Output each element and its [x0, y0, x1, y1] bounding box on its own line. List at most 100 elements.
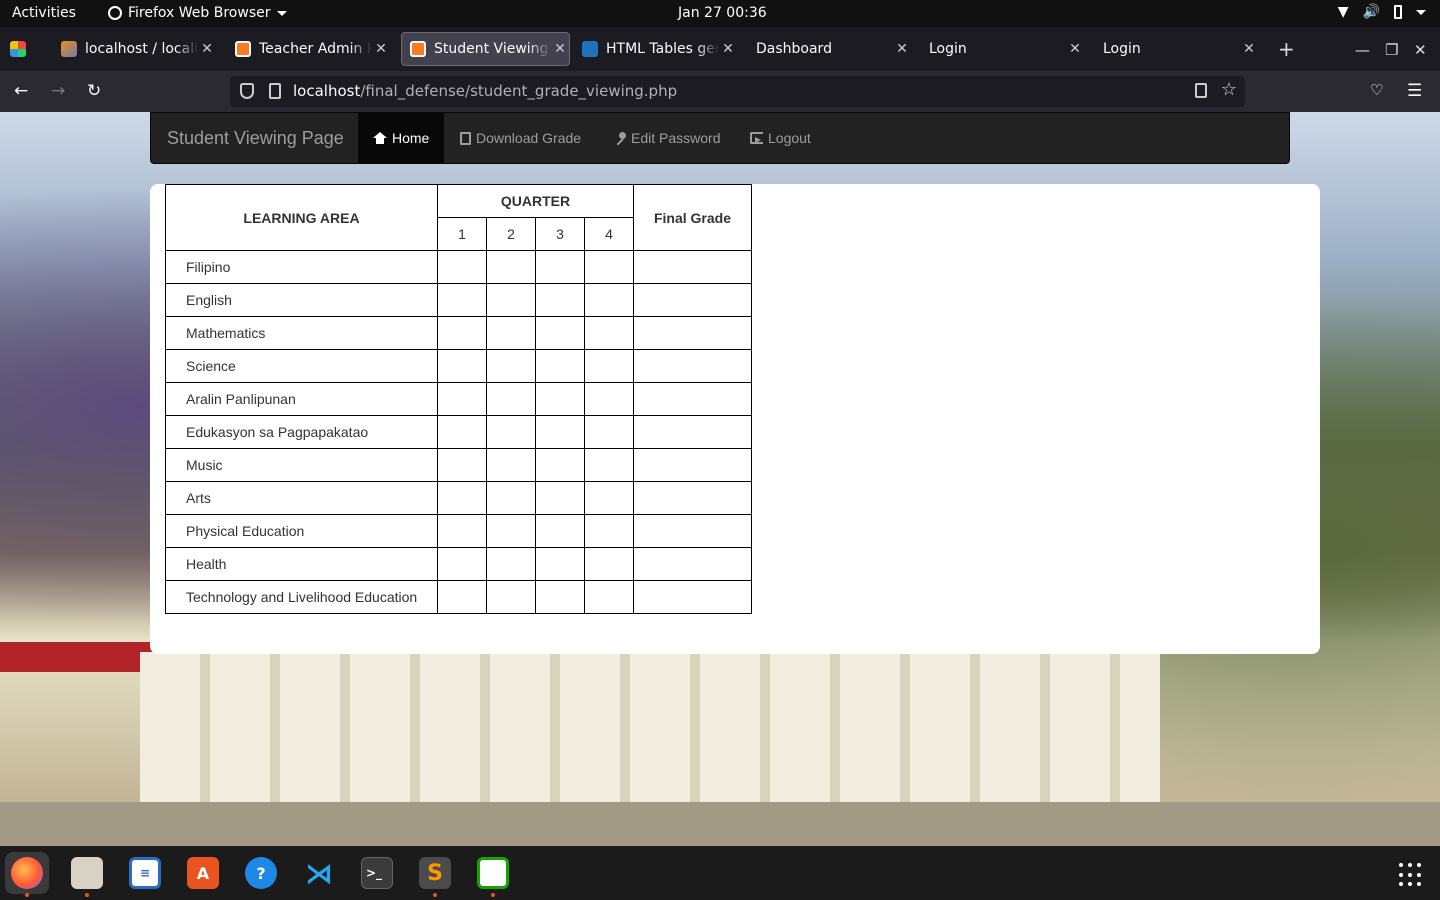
url-bar[interactable]: localhost/final_defense/student_grade_vi… [230, 76, 1245, 107]
nav-logout[interactable]: Logout [735, 113, 826, 163]
cell-quarter-3 [535, 448, 585, 482]
close-icon[interactable]: ✕ [551, 41, 569, 57]
cell-quarter-4 [584, 514, 634, 548]
reload-button[interactable]: ↻ [87, 81, 101, 101]
tab-dashboard[interactable]: Dashboard ✕ [748, 32, 911, 66]
nav-edit-password[interactable]: Edit Password [599, 113, 735, 163]
dock-help[interactable]: ? [239, 852, 283, 894]
page-icon[interactable] [269, 83, 281, 99]
gnome-top-bar: Activities Firefox Web Browser Jan 27 00… [0, 0, 1440, 27]
nav-logout-label: Logout [768, 130, 811, 146]
tab-phpmyadmin[interactable]: localhost / localhost ✕ [53, 32, 216, 66]
cell-quarter-1 [437, 547, 487, 581]
battery-icon [1394, 5, 1402, 19]
table-row: Health [165, 547, 752, 581]
nav-home[interactable]: Home [358, 113, 445, 163]
hamburger-menu-icon[interactable]: ☰ [1407, 81, 1422, 101]
new-tab-button[interactable]: + [1278, 37, 1295, 61]
bookmark-star-icon[interactable]: ☆ [1221, 79, 1237, 100]
app-menu-label: Firefox Web Browser [128, 5, 271, 21]
app-menu[interactable]: Firefox Web Browser [108, 5, 287, 21]
dock: ≡ A ? ⋊ >_ S [0, 846, 1440, 900]
nav-download-grade[interactable]: Download Grade [445, 113, 596, 163]
running-indicator [85, 893, 89, 897]
cell-quarter-4 [584, 547, 634, 581]
dock-sublime[interactable]: S [413, 852, 457, 897]
page-content: Student Viewing Page Home Download Grade… [0, 112, 1440, 846]
restore-button[interactable]: ❐ [1385, 41, 1398, 59]
firefox-view-button[interactable] [4, 32, 34, 66]
back-button[interactable]: ← [14, 81, 28, 101]
show-applications-icon[interactable] [1399, 863, 1423, 887]
libreoffice-calc-icon [477, 857, 509, 889]
cell-quarter-3 [535, 382, 585, 416]
cell-quarter-2 [486, 250, 536, 284]
shield-icon[interactable] [240, 83, 254, 99]
table-row: Edukasyon sa Pagpapakatao [165, 415, 752, 449]
cell-final-grade [633, 349, 752, 383]
dock-files[interactable] [65, 852, 109, 897]
tab-title: Teacher Admin Page [259, 41, 372, 57]
cell-quarter-1 [437, 415, 487, 449]
tab-login[interactable]: Login ✕ [921, 32, 1084, 66]
background-ground [0, 802, 1440, 846]
xampp-icon [235, 41, 251, 57]
activities-button[interactable]: Activities [12, 5, 76, 21]
cell-quarter-1 [437, 448, 487, 482]
close-icon[interactable]: ✕ [893, 41, 911, 57]
cell-final-grade [633, 481, 752, 515]
header-quarter-1: 1 [437, 217, 487, 251]
firefox-small-icon [108, 6, 122, 20]
navbar-brand[interactable]: Student Viewing Page [167, 128, 344, 149]
tab-teacher-admin[interactable]: Teacher Admin Page ✕ [227, 32, 390, 66]
cell-quarter-2 [486, 283, 536, 317]
dock-firefox[interactable] [5, 852, 49, 897]
close-icon[interactable]: ✕ [198, 41, 216, 57]
cell-learning-area: Music [165, 448, 438, 482]
table-row: Mathematics [165, 316, 752, 350]
reader-mode-icon[interactable] [1195, 83, 1207, 98]
dock-calc[interactable] [471, 852, 515, 897]
table-row: Aralin Panlipunan [165, 382, 752, 416]
header-learning-area: LEARNING AREA [165, 184, 438, 251]
minimize-button[interactable]: — [1355, 41, 1370, 59]
pocket-icon[interactable]: ♡ [1370, 81, 1383, 99]
tab-html-tables[interactable]: HTML Tables generator ✕ [574, 32, 737, 66]
dock-vscode[interactable]: ⋊ [297, 852, 341, 894]
firefox-view-icon [10, 41, 26, 57]
running-indicator [433, 893, 437, 897]
clock[interactable]: Jan 27 00:36 [678, 5, 767, 21]
tab-strip: localhost / localhost ✕ Teacher Admin Pa… [0, 27, 1440, 71]
cell-quarter-4 [584, 316, 634, 350]
tab-student-viewing[interactable]: Student Viewing Page ✕ [401, 32, 570, 66]
tab-title: Login [929, 41, 967, 57]
cell-final-grade [633, 448, 752, 482]
dock-terminal[interactable]: >_ [355, 852, 399, 894]
cell-quarter-2 [486, 316, 536, 350]
cell-learning-area: Technology and Livelihood Education [165, 580, 438, 614]
cell-quarter-1 [437, 514, 487, 548]
cell-final-grade [633, 283, 752, 317]
cell-quarter-2 [486, 382, 536, 416]
cell-learning-area: Arts [165, 481, 438, 515]
cell-final-grade [633, 316, 752, 350]
cell-quarter-3 [535, 316, 585, 350]
close-icon[interactable]: ✕ [372, 41, 390, 57]
url-text[interactable]: localhost/final_defense/student_grade_vi… [293, 82, 677, 100]
forward-button[interactable]: → [51, 81, 65, 101]
window-close-button[interactable]: ✕ [1414, 41, 1427, 59]
dock-software[interactable]: A [181, 852, 225, 894]
cell-quarter-2 [486, 448, 536, 482]
cell-learning-area: Science [165, 349, 438, 383]
close-icon[interactable]: ✕ [1240, 41, 1258, 57]
header-quarter: QUARTER [437, 184, 634, 218]
close-icon[interactable]: ✕ [719, 41, 737, 57]
help-icon: ? [245, 857, 277, 889]
vscode-icon: ⋊ [305, 856, 333, 890]
dock-writer[interactable]: ≡ [123, 852, 167, 894]
system-tray[interactable]: ▼ 🔊 [1338, 4, 1426, 20]
tab-login[interactable]: Login ✕ [1095, 32, 1258, 66]
close-icon[interactable]: ✕ [1066, 41, 1084, 57]
cell-quarter-1 [437, 580, 487, 614]
cell-quarter-3 [535, 514, 585, 548]
